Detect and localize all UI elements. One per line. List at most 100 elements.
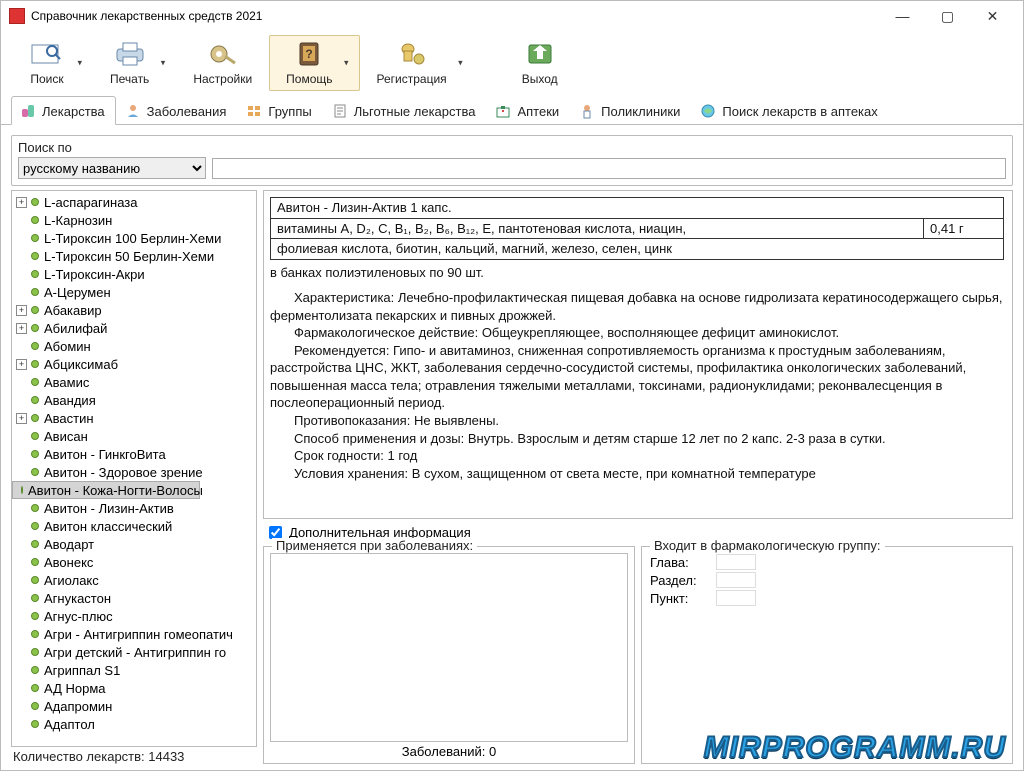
bullet-icon — [31, 684, 39, 692]
tab-4[interactable]: Аптеки — [486, 96, 570, 124]
detail-paragraph: Характеристика: Лечебно-профилактическая… — [270, 289, 1004, 324]
tab-6[interactable]: Поиск лекарств в аптеках — [691, 96, 888, 124]
expand-icon[interactable]: + — [16, 359, 27, 370]
tree-item[interactable]: Авитон - Кожа-Ногти-Волосы — [12, 481, 200, 499]
drug-tree[interactable]: +L-аспарагиназа L-Карнозин L-Тироксин 100 … — [11, 190, 257, 747]
bullet-icon — [31, 306, 39, 314]
bullet-icon — [31, 198, 39, 206]
tree-item[interactable]: А-Церумен — [12, 283, 256, 301]
toolbar-выход[interactable]: Выход — [504, 35, 576, 91]
tree-item[interactable]: Агри детский - Антигриппин го — [12, 643, 256, 661]
bullet-icon — [31, 594, 39, 602]
tree-item[interactable]: +L-аспарагиназа — [12, 193, 256, 211]
composition-amount: 0,41 г — [924, 218, 1004, 239]
packaging-info: в банках полиэтиленовых по 90 шт. — [270, 264, 1004, 282]
tree-item-label: L-Карнозин — [44, 213, 112, 228]
toolbar-печать[interactable]: Печать▾ — [93, 35, 176, 91]
tree-item-label: АД Норма — [44, 681, 106, 696]
tree-item[interactable]: Авандия — [12, 391, 256, 409]
tree-item[interactable]: Адаптол — [12, 715, 256, 733]
tree-item[interactable]: Агри - Антигриппин гомеопатич — [12, 625, 256, 643]
tree-item[interactable]: L-Тироксин 100 Берлин-Хеми — [12, 229, 256, 247]
tree-item[interactable]: Аводарт — [12, 535, 256, 553]
expand-icon[interactable]: + — [16, 305, 27, 316]
tree-item-label: Авитон - Здоровое зрение — [44, 465, 203, 480]
tree-item-label: Агнус-плюс — [44, 609, 113, 624]
group-row: Пункт: — [648, 589, 1006, 607]
detail-paragraph: Способ применения и дозы: Внутрь. Взросл… — [270, 430, 1004, 448]
diseases-list[interactable] — [270, 553, 628, 742]
tree-item[interactable]: Абомин — [12, 337, 256, 355]
toolbar-icon — [111, 40, 149, 68]
tab-3[interactable]: Льготные лекарства — [323, 96, 487, 124]
tree-item[interactable]: Агриппал S1 — [12, 661, 256, 679]
tab-label: Заболевания — [147, 104, 227, 119]
tree-item[interactable]: + Абилифай — [12, 319, 256, 337]
tree-item[interactable]: Ависан — [12, 427, 256, 445]
chevron-down-icon: ▾ — [458, 58, 463, 69]
tree-item[interactable]: L-Тироксин-Акри — [12, 265, 256, 283]
bullet-icon — [31, 702, 39, 710]
expand-icon[interactable]: + — [16, 323, 27, 334]
tree-item-label: Агнукастон — [44, 591, 111, 606]
expand-icon[interactable]: + — [16, 413, 27, 424]
toolbar-настройки[interactable]: Настройки — [176, 35, 269, 91]
minimize-button[interactable]: — — [880, 2, 925, 30]
tree-item[interactable]: Авамис — [12, 373, 256, 391]
bullet-icon — [31, 450, 39, 458]
tab-label: Группы — [268, 104, 311, 119]
toolbar-регистрация[interactable]: Регистрация▾ — [360, 35, 474, 91]
close-button[interactable]: ✕ — [970, 2, 1015, 30]
tree-item[interactable]: Адапромин — [12, 697, 256, 715]
search-type-select[interactable]: русскому названию — [18, 157, 206, 179]
search-input[interactable] — [212, 158, 1006, 179]
tree-item-label: Авитон - Кожа-Ногти-Волосы — [28, 483, 203, 498]
tree-item[interactable]: L-Тироксин 50 Берлин-Хеми — [12, 247, 256, 265]
detail-paragraph: Условия хранения: В сухом, защищенном от… — [270, 465, 1004, 483]
composition-ingredients: витамины A, D₂, C, B₁, B₂, B₆, B₁₂, E, п… — [271, 218, 924, 239]
detail-paragraph: Рекомендуется: Гипо- и авитаминоз, сниже… — [270, 342, 1004, 412]
tab-5[interactable]: Поликлиники — [570, 96, 691, 124]
expand-icon[interactable]: + — [16, 197, 27, 208]
tree-item[interactable]: АД Норма — [12, 679, 256, 697]
tree-item[interactable]: Агнукастон — [12, 589, 256, 607]
tree-item[interactable]: +Авастин — [12, 409, 256, 427]
tab-1[interactable]: Заболевания — [116, 96, 238, 124]
tree-item[interactable]: Авитон - Лизин-Актив — [12, 499, 256, 517]
tree-item[interactable]: Авитон классический — [12, 517, 256, 535]
tab-2[interactable]: Группы — [237, 96, 322, 124]
tree-item-label: Адаптол — [44, 717, 95, 732]
group-value — [716, 590, 756, 606]
maximize-button[interactable]: ▢ — [925, 2, 970, 30]
toolbar-icon — [28, 40, 66, 68]
tab-0[interactable]: Лекарства — [11, 96, 116, 125]
tree-item-label: Агриппал S1 — [44, 663, 120, 678]
tree-item[interactable]: Агнус-плюс — [12, 607, 256, 625]
tree-item-label: Абомин — [44, 339, 91, 354]
tree-item-label: L-Тироксин 100 Берлин-Хеми — [44, 231, 221, 246]
detail-pane[interactable]: Авитон - Лизин-Актив 1 капс. витамины A,… — [263, 190, 1013, 519]
tree-item[interactable]: L-Карнозин — [12, 211, 256, 229]
window-title: Справочник лекарственных средств 2021 — [31, 9, 880, 23]
tree-item[interactable]: +Абакавир — [12, 301, 256, 319]
tree-item-label: Абилифай — [44, 321, 107, 336]
toolbar-помощь[interactable]: ?Помощь▾ — [269, 35, 359, 91]
toolbar-поиск[interactable]: Поиск▾ — [11, 35, 93, 91]
search-label: Поиск по — [18, 140, 1006, 155]
tree-item[interactable]: Агиолакс — [12, 571, 256, 589]
group-value — [716, 554, 756, 570]
tree-item[interactable]: Авонекс — [12, 553, 256, 571]
bullet-icon — [31, 342, 39, 350]
bullet-icon — [31, 216, 39, 224]
drug-count-status: Количество лекарств: 14433 — [11, 747, 257, 764]
tabbar: Лекарства Заболевания Группы Льготные лекар… — [1, 93, 1023, 125]
tab-label: Льготные лекарства — [354, 104, 476, 119]
toolbar-icon — [521, 40, 559, 68]
tree-item[interactable]: +Абциксимаб — [12, 355, 256, 373]
tab-icon — [246, 103, 262, 119]
bullet-icon — [31, 666, 39, 674]
tree-item[interactable]: Авитон - ГинкгоВита — [12, 445, 256, 463]
search-panel: Поиск по русскому названию — [11, 135, 1013, 186]
tab-label: Лекарства — [42, 104, 105, 119]
tree-item[interactable]: Авитон - Здоровое зрение — [12, 463, 256, 481]
